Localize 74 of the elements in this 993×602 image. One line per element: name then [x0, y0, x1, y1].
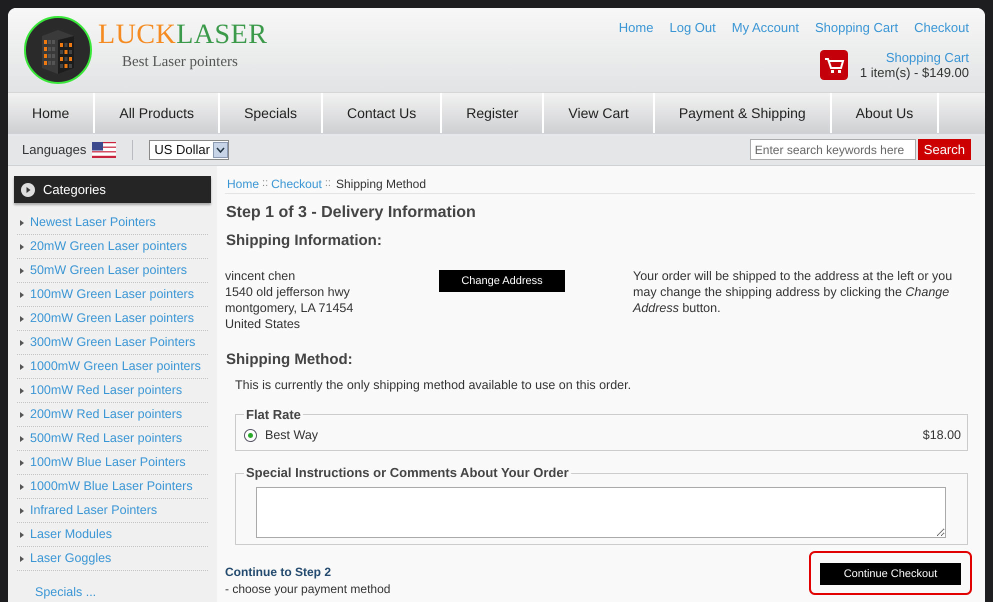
- radio-button[interactable]: [244, 428, 257, 442]
- address-line: vincent chen: [225, 268, 296, 284]
- category-link[interactable]: Infrared Laser Pointers: [30, 501, 158, 520]
- bullet-arrow-icon: [20, 460, 24, 466]
- category-link[interactable]: 50mW Green Laser pointers: [30, 261, 188, 280]
- change-address-button[interactable]: Change Address: [439, 270, 565, 292]
- search-field[interactable]: Enter search keywords here: [750, 139, 916, 160]
- category-link[interactable]: 100mW Red Laser pointers: [30, 381, 182, 400]
- category-link[interactable]: 1000mW Blue Laser Pointers: [30, 477, 193, 496]
- comments-field[interactable]: [256, 486, 946, 538]
- currency-select[interactable]: US Dollar: [149, 140, 229, 160]
- top-link[interactable]: My Account: [732, 18, 799, 38]
- bullet-arrow-icon: [20, 412, 24, 418]
- address-line: 1540 old jefferson hwy: [225, 284, 351, 300]
- bullet-arrow-icon: [20, 436, 24, 442]
- category-link[interactable]: 20mW Green Laser pointers: [30, 237, 188, 256]
- address-line: United States: [225, 316, 302, 332]
- category-link[interactable]: 1000mW Green Laser pointers: [30, 357, 201, 376]
- us-flag-icon[interactable]: [92, 142, 116, 158]
- section-heading: Shipping Information:: [225, 231, 383, 251]
- bullet-arrow-icon: [20, 292, 24, 298]
- bullet-arrow-icon: [20, 244, 24, 250]
- continue-subtitle: - choose your payment method: [225, 582, 390, 596]
- breadcrumb-current: Shipping Method: [336, 176, 426, 192]
- shipping-method-note: This is currently the only shipping method available to use on this order.: [234, 377, 632, 394]
- category-link[interactable]: 300mW Green Laser Pointers: [30, 333, 196, 352]
- bullet-arrow-icon: [20, 388, 24, 394]
- play-circle-icon: [21, 182, 35, 196]
- specials-link[interactable]: Specials ...: [35, 583, 211, 602]
- cart-summary: 1 item(s) - $149.00: [860, 64, 969, 80]
- bullet-arrow-icon: [20, 508, 24, 514]
- category-link[interactable]: 200mW Red Laser pointers: [30, 405, 182, 424]
- category-link[interactable]: 500mW Red Laser pointers: [30, 429, 182, 448]
- shopping-cart-icon[interactable]: [820, 50, 848, 80]
- group-legend: Special Instructions or Comments About Your Order: [244, 463, 571, 483]
- section-heading: Shipping Method:: [225, 350, 354, 370]
- breadcrumb-link[interactable]: Checkout: [271, 174, 322, 192]
- address-line: montgomery, LA 71454: [225, 300, 354, 316]
- category-link[interactable]: Laser Modules: [30, 525, 112, 544]
- category-link[interactable]: Newest Laser Pointers: [30, 213, 156, 232]
- top-link[interactable]: Home: [618, 18, 654, 38]
- cart-link[interactable]: Shopping Cart: [886, 50, 969, 64]
- logo-wordmark: LUCKLASER: [98, 18, 268, 51]
- continue-title: Continue to Step 2: [225, 564, 332, 579]
- bullet-arrow-icon: [20, 340, 24, 346]
- categories-title: Categories: [43, 180, 106, 199]
- bullet-arrow-icon: [20, 484, 24, 490]
- bullet-arrow-icon: [20, 268, 24, 274]
- logo-building-icon: [24, 16, 92, 84]
- category-link[interactable]: 100mW Blue Laser Pointers: [30, 453, 186, 472]
- bullet-arrow-icon: [20, 316, 24, 322]
- category-link[interactable]: 200mW Green Laser pointers: [30, 309, 194, 328]
- top-link[interactable]: Shopping Cart: [814, 18, 898, 38]
- category-link[interactable]: 100mW Green Laser pointers: [30, 285, 194, 304]
- bullet-arrow-icon: [20, 532, 24, 538]
- shipping-note: Your order will be shipped to the address at the left or you may change the shipping address by clicking the Change Address button.: [633, 268, 954, 316]
- bullet-arrow-icon: [20, 220, 24, 226]
- breadcrumb-separator: ::: [262, 176, 268, 192]
- search-button[interactable]: Search: [918, 139, 971, 160]
- languages-label: Languages: [22, 140, 86, 159]
- category-link[interactable]: Laser Goggles: [30, 549, 112, 568]
- option-price: $18.00: [922, 426, 961, 444]
- logo-tagline: Best Laser pointers: [122, 52, 239, 72]
- step-title: Step 1 of 3 - Delivery Information: [225, 203, 477, 223]
- group-legend: Flat Rate: [244, 404, 303, 424]
- top-link[interactable]: Log Out: [669, 18, 716, 38]
- breadcrumb-link[interactable]: Home: [227, 174, 260, 192]
- caret-icon: [212, 142, 228, 158]
- continue-checkout-button[interactable]: Continue Checkout: [820, 563, 961, 585]
- bullet-arrow-icon: [20, 556, 24, 562]
- top-link[interactable]: Checkout: [914, 18, 969, 38]
- option-label: Best Way: [265, 426, 318, 444]
- bullet-arrow-icon: [20, 364, 24, 370]
- breadcrumb-separator: ::: [324, 176, 331, 192]
